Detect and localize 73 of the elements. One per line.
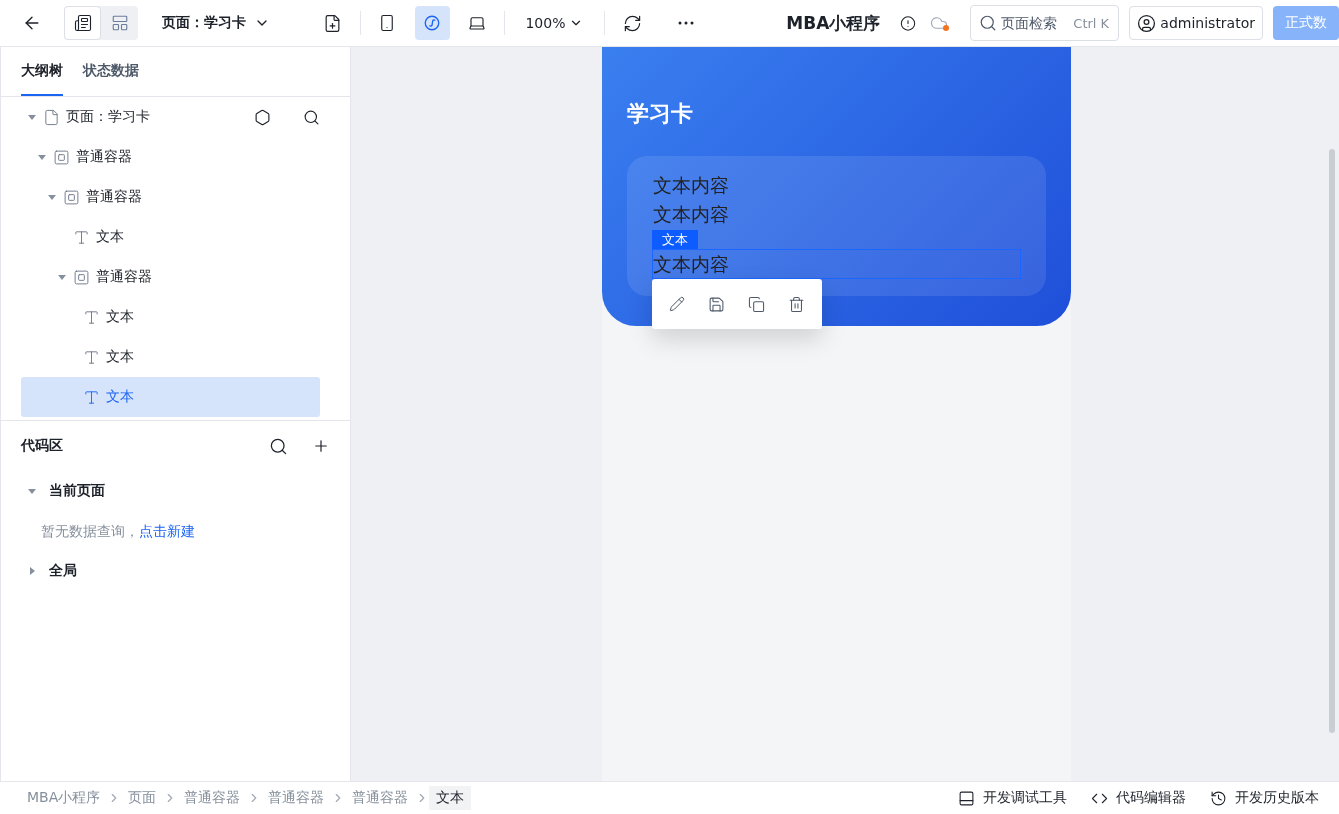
text-type-icon [73, 228, 90, 246]
content-text[interactable]: 文本内容 [652, 249, 1021, 279]
expanded-triangle-icon[interactable] [27, 486, 37, 496]
create-link[interactable]: 点击新建 [139, 523, 195, 539]
scrollbar[interactable] [1329, 149, 1335, 733]
layout-grid-icon [110, 14, 129, 32]
device-button[interactable] [414, 6, 450, 40]
zoom-dropdown[interactable]: 100% [513, 15, 596, 31]
shortcut-hint: Ctrl K [1073, 15, 1110, 31]
empty-message: 暂无数据查询，点击新建 [40, 522, 196, 541]
card-title: 学习卡 [627, 100, 694, 128]
container-icon [63, 188, 80, 206]
footer-tool[interactable]: 开发历史版本 [1210, 789, 1319, 807]
group-label[interactable]: 当前页面 [49, 482, 105, 500]
section-title: 代码区 [21, 437, 64, 455]
tree-item-label: 普通容器 [86, 188, 143, 206]
tree-item[interactable]: 普通容器 [21, 137, 320, 177]
footer-tool[interactable]: 开发调试工具 [958, 789, 1067, 807]
expanded-triangle-icon[interactable] [27, 112, 37, 122]
text-type-icon [83, 348, 100, 366]
content-text[interactable]: 文本内容 [652, 201, 1021, 226]
add-icon[interactable] [312, 437, 330, 455]
app-title: MBA小程序 [786, 11, 881, 35]
link-circle-icon [423, 14, 442, 32]
tree-item[interactable]: 文本 [21, 217, 320, 257]
tree-item[interactable]: 页面：学习卡 [21, 97, 320, 137]
tree-item[interactable]: 文本 [21, 337, 320, 377]
pencil-icon [669, 296, 686, 312]
tree-item-label: 文本 [106, 388, 135, 406]
search-icon [979, 14, 998, 32]
history-icon [1210, 789, 1227, 807]
expanded-triangle-icon[interactable] [47, 192, 57, 202]
text-type-icon [83, 308, 100, 326]
breadcrumb-item[interactable]: 文本 [429, 786, 472, 810]
tree-item-label: 文本 [106, 308, 135, 326]
content-text[interactable]: 文本内容 [652, 172, 1021, 197]
expanded-triangle-icon[interactable] [57, 272, 67, 282]
container-icon [73, 268, 90, 286]
text-type-icon [83, 388, 100, 406]
settings-icon[interactable] [254, 108, 271, 126]
container-icon [53, 148, 70, 166]
tree-item[interactable]: 普通容器 [21, 257, 320, 297]
tree-item-label: 文本 [96, 228, 125, 246]
trash-icon [787, 295, 805, 313]
panel-tab[interactable]: 状态数据 [83, 47, 139, 96]
user-button[interactable]: administrator [1129, 6, 1263, 40]
document-icon [73, 14, 92, 32]
page-selector[interactable]: 页面：学习卡 [156, 13, 276, 33]
tree-item[interactable]: 文本 [21, 297, 320, 337]
tree-item-label: 页面：学习卡 [66, 108, 151, 126]
view-toggle[interactable] [64, 6, 101, 40]
more-icon [678, 21, 695, 25]
laptop-icon [468, 14, 487, 32]
tree-item-label: 普通容器 [76, 148, 133, 166]
expanded-triangle-icon[interactable] [37, 152, 47, 162]
info-icon[interactable] [900, 13, 917, 33]
panel-tab[interactable]: 大纲树 [21, 47, 63, 96]
refresh-icon [622, 13, 642, 33]
search-icon[interactable] [303, 108, 320, 126]
file-icon [43, 108, 60, 126]
tree-item-label: 文本 [106, 348, 135, 366]
cloud-status-icon[interactable] [930, 14, 949, 32]
collapsed-triangle-icon[interactable] [27, 566, 37, 576]
search-icon[interactable] [269, 436, 288, 456]
tree-item[interactable]: 普通容器 [21, 177, 320, 217]
footer-tool[interactable]: 代码编辑器 [1091, 789, 1186, 807]
copy-icon [747, 295, 765, 313]
group-label[interactable]: 全局 [49, 562, 77, 580]
tree-item-label: 普通容器 [96, 268, 153, 286]
tree-item[interactable]: 文本 [21, 377, 320, 417]
selection-tag: 文本 [652, 230, 698, 249]
panel-icon [958, 789, 975, 807]
user-icon [1137, 13, 1157, 33]
